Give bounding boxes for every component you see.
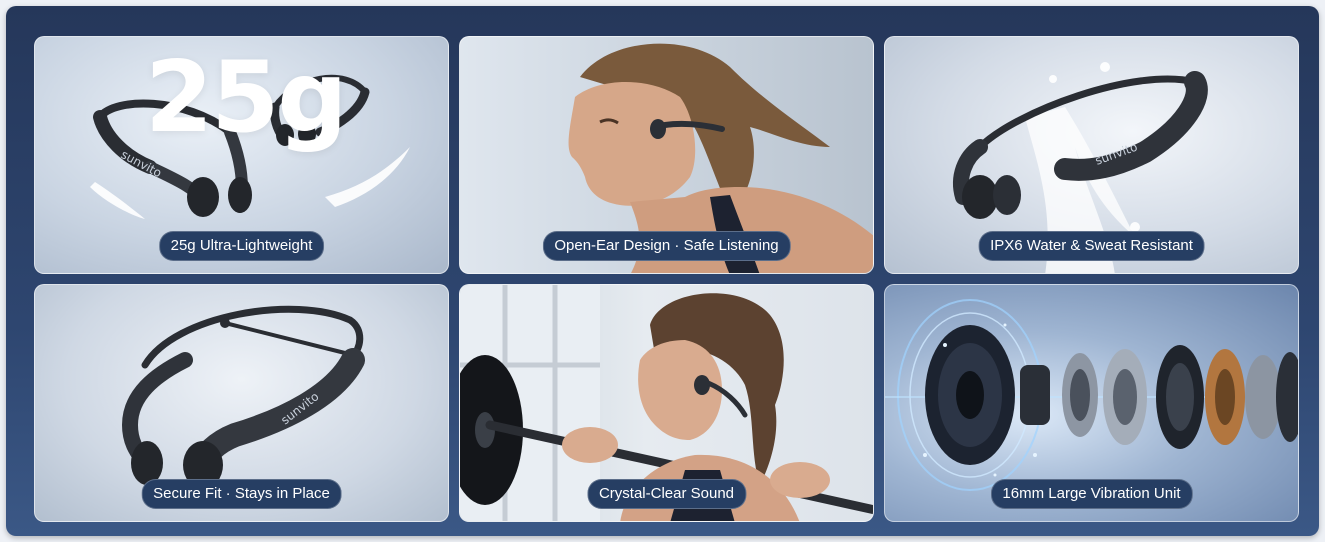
feature-tile-waterproof: sunvito IPX6 Water & Sweat Resistant xyxy=(884,36,1299,274)
caption-driver: 16mm Large Vibration Unit xyxy=(990,479,1193,509)
caption-secure-fit: Secure Fit · Stays in Place xyxy=(141,479,342,509)
caption-open-ear: Open-Ear Design · Safe Listening xyxy=(542,231,791,261)
feature-tile-secure-fit: sunvito Secure Fit · Stays in Place xyxy=(34,284,449,522)
feature-tile-open-ear: Open-Ear Design · Safe Listening xyxy=(459,36,874,274)
feature-tile-lightweight: sunvito 25g 25g Ultra-Lightweight xyxy=(34,36,449,274)
weight-headline: 25g xyxy=(145,41,348,155)
feature-tile-sound: Crystal-Clear Sound xyxy=(459,284,874,522)
feature-grid: sunvito 25g 25g Ultra-Lightweight Open-E… xyxy=(34,36,1299,522)
caption-lightweight: 25g Ultra-Lightweight xyxy=(158,231,325,261)
feature-banner: sunvito 25g 25g Ultra-Lightweight Open-E… xyxy=(6,6,1319,536)
feature-tile-driver: 16mm Large Vibration Unit xyxy=(884,284,1299,522)
caption-sound: Crystal-Clear Sound xyxy=(586,479,747,509)
caption-waterproof: IPX6 Water & Sweat Resistant xyxy=(978,231,1205,261)
